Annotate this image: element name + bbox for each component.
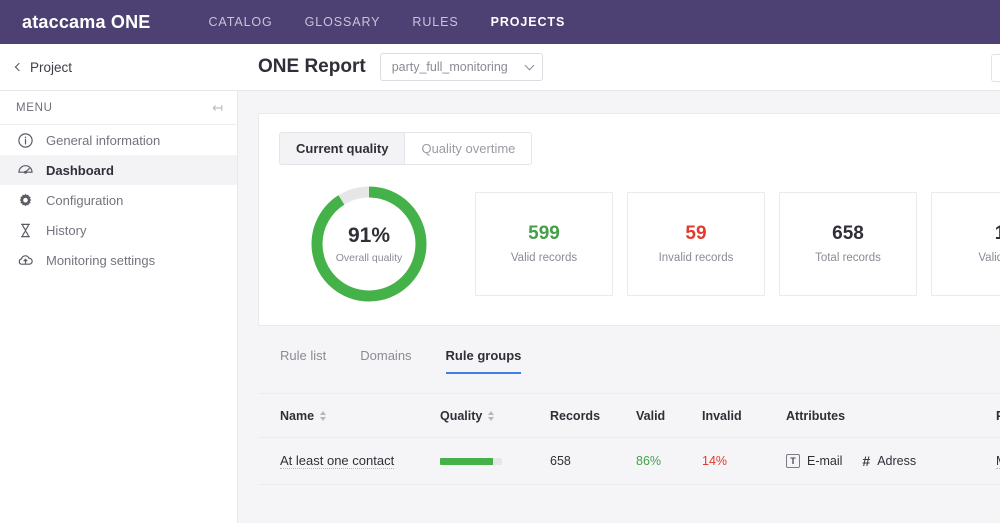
nav-link-rules[interactable]: RULES — [396, 15, 474, 29]
nav-link-glossary[interactable]: GLOSSARY — [289, 15, 397, 29]
sidebar-item-monitoring-settings[interactable]: Monitoring settings — [0, 245, 237, 275]
quality-progress-bar — [440, 457, 502, 465]
tab-domains[interactable]: Domains — [360, 348, 411, 374]
overall-quality-value: 91% — [347, 223, 391, 247]
cell-name: At least one contact — [258, 453, 440, 469]
metric-card-total-records: 658 Total records — [779, 192, 917, 296]
metric-value: 59 — [685, 223, 707, 244]
sidebar-item-dashboard[interactable]: Dashboard — [0, 155, 237, 185]
sidebar-item-label: History — [46, 222, 87, 238]
column-label: Name — [280, 408, 315, 423]
cell-quality — [440, 457, 550, 465]
metric-value: 658 — [832, 223, 864, 244]
column-header-records[interactable]: Records — [550, 409, 636, 423]
metric-label: Validatio — [978, 252, 1000, 264]
gear-icon — [17, 192, 34, 209]
rules-section: Rule list Domains Rule groups Name Quali… — [258, 348, 1000, 485]
metric-cards: 599 Valid records 59 Invalid records 658… — [475, 192, 1000, 296]
breadcrumb-back-project[interactable]: Project — [0, 60, 238, 75]
brand-suffix: ONE — [110, 11, 151, 32]
nav-link-catalog[interactable]: CATALOG — [192, 15, 288, 29]
number-type-icon: # — [862, 453, 871, 469]
metric-card-valid-records: 599 Valid records — [475, 192, 613, 296]
sort-icon[interactable] — [320, 410, 327, 421]
sidebar-item-label: General information — [46, 132, 161, 148]
overall-quality-donut-wrapper: 91% Overall quality — [279, 185, 459, 303]
cell-path: Model — [996, 454, 1000, 469]
sidebar-heading: MENU — [16, 101, 53, 114]
select-value: party_full_monitoring — [391, 60, 508, 74]
overall-quality-donut: 91% Overall quality — [310, 185, 428, 303]
sidebar-item-label: Configuration — [46, 192, 124, 208]
column-header-path[interactable]: Path — [996, 409, 1000, 423]
attribute-email[interactable]: T E-mail — [786, 454, 842, 468]
column-header-attributes[interactable]: Attributes — [786, 409, 996, 423]
chevron-left-icon — [14, 62, 24, 71]
brand-name: ataccama — [22, 11, 106, 32]
sidebar-item-label: Dashboard — [46, 162, 114, 178]
metric-label: Total records — [815, 252, 881, 264]
sidebar-item-general-information[interactable]: General information — [0, 125, 237, 155]
sidebar-item-label: Monitoring settings — [46, 252, 156, 268]
sidebar-item-configuration[interactable]: Configuration — [0, 185, 237, 215]
chevron-down-icon — [524, 60, 535, 71]
quality-progress-fill — [440, 457, 494, 465]
column-header-invalid[interactable]: Invalid — [702, 409, 786, 423]
info-icon — [17, 132, 34, 149]
attribute-adress[interactable]: # Adress — [862, 454, 916, 468]
cell-valid: 86% — [636, 454, 662, 468]
attribute-label: E-mail — [807, 454, 843, 468]
page-title-bar: Project ONE Report party_full_monitoring — [0, 44, 1000, 91]
column-header-name[interactable]: Name — [258, 409, 440, 423]
dashboard-icon — [17, 162, 34, 179]
brand-logo[interactable]: ataccama ONE — [22, 12, 150, 33]
rule-groups-table: Name Quality Records Valid Invalid Attri… — [258, 393, 1000, 485]
breadcrumb-label: Project — [30, 59, 73, 75]
attribute-label: Adress — [877, 454, 917, 468]
table-header-row: Name Quality Records Valid Invalid Attri… — [258, 393, 1000, 437]
quality-overview-panel: Current quality Quality overtime 91% Ove… — [258, 113, 1000, 326]
donut-center-label: 91% Overall quality — [310, 185, 428, 303]
main-content: Current quality Quality overtime 91% Ove… — [238, 91, 1000, 523]
text-type-icon: T — [786, 454, 800, 468]
cell-attributes: T E-mail # Adress — [786, 454, 996, 468]
rule-group-name-link[interactable]: At least one contact — [280, 453, 395, 469]
metric-label: Invalid records — [658, 252, 734, 264]
nav-link-projects[interactable]: PROJECTS — [475, 15, 582, 29]
top-navigation-bar: ataccama ONE CATALOG GLOSSARY RULES PROJ… — [0, 0, 1000, 44]
hourglass-icon — [17, 222, 34, 239]
sidebar-header: MENU ↤ — [0, 91, 237, 125]
sort-icon[interactable] — [488, 410, 495, 421]
quality-stats-row: 91% Overall quality 599 Valid records 59 — [279, 185, 1000, 303]
segment-current-quality[interactable]: Current quality — [280, 133, 405, 164]
cell-invalid: 14% — [702, 454, 728, 468]
cloud-upload-icon — [17, 252, 34, 269]
toolbar-action-clipped[interactable] — [991, 54, 1000, 82]
column-header-quality[interactable]: Quality — [440, 409, 550, 423]
app-root: ataccama ONE CATALOG GLOSSARY RULES PROJ… — [0, 0, 1000, 523]
page-title: ONE Report — [258, 56, 366, 77]
column-label: Quality — [440, 408, 483, 423]
tab-rule-groups[interactable]: Rule groups — [445, 348, 522, 374]
metric-value: 1 — [994, 223, 1000, 244]
tab-rule-list[interactable]: Rule list — [280, 348, 326, 374]
cell-records: 658 — [550, 454, 571, 468]
sidebar: MENU ↤ General information Dashboard Con… — [0, 91, 238, 523]
overall-quality-caption: Overall quality — [335, 251, 403, 264]
path-link[interactable]: Model — [996, 454, 1000, 469]
table-row[interactable]: At least one contact 658 86% 14% T E-mai… — [258, 437, 1000, 485]
metric-value: 599 — [528, 223, 560, 244]
sidebar-item-history[interactable]: History — [0, 215, 237, 245]
metric-card-validations: 1 Validatio — [931, 192, 1000, 296]
column-header-valid[interactable]: Valid — [636, 409, 702, 423]
sidebar-collapse-icon[interactable]: ↤ — [212, 101, 223, 114]
segment-quality-overtime[interactable]: Quality overtime — [404, 133, 531, 164]
rules-tabs: Rule list Domains Rule groups — [258, 348, 1000, 374]
quality-view-toggle: Current quality Quality overtime — [279, 132, 533, 165]
metric-card-invalid-records: 59 Invalid records — [627, 192, 765, 296]
metric-label: Valid records — [510, 252, 578, 264]
page-body: MENU ↤ General information Dashboard Con… — [0, 91, 1000, 523]
monitoring-project-select[interactable]: party_full_monitoring — [379, 53, 543, 81]
